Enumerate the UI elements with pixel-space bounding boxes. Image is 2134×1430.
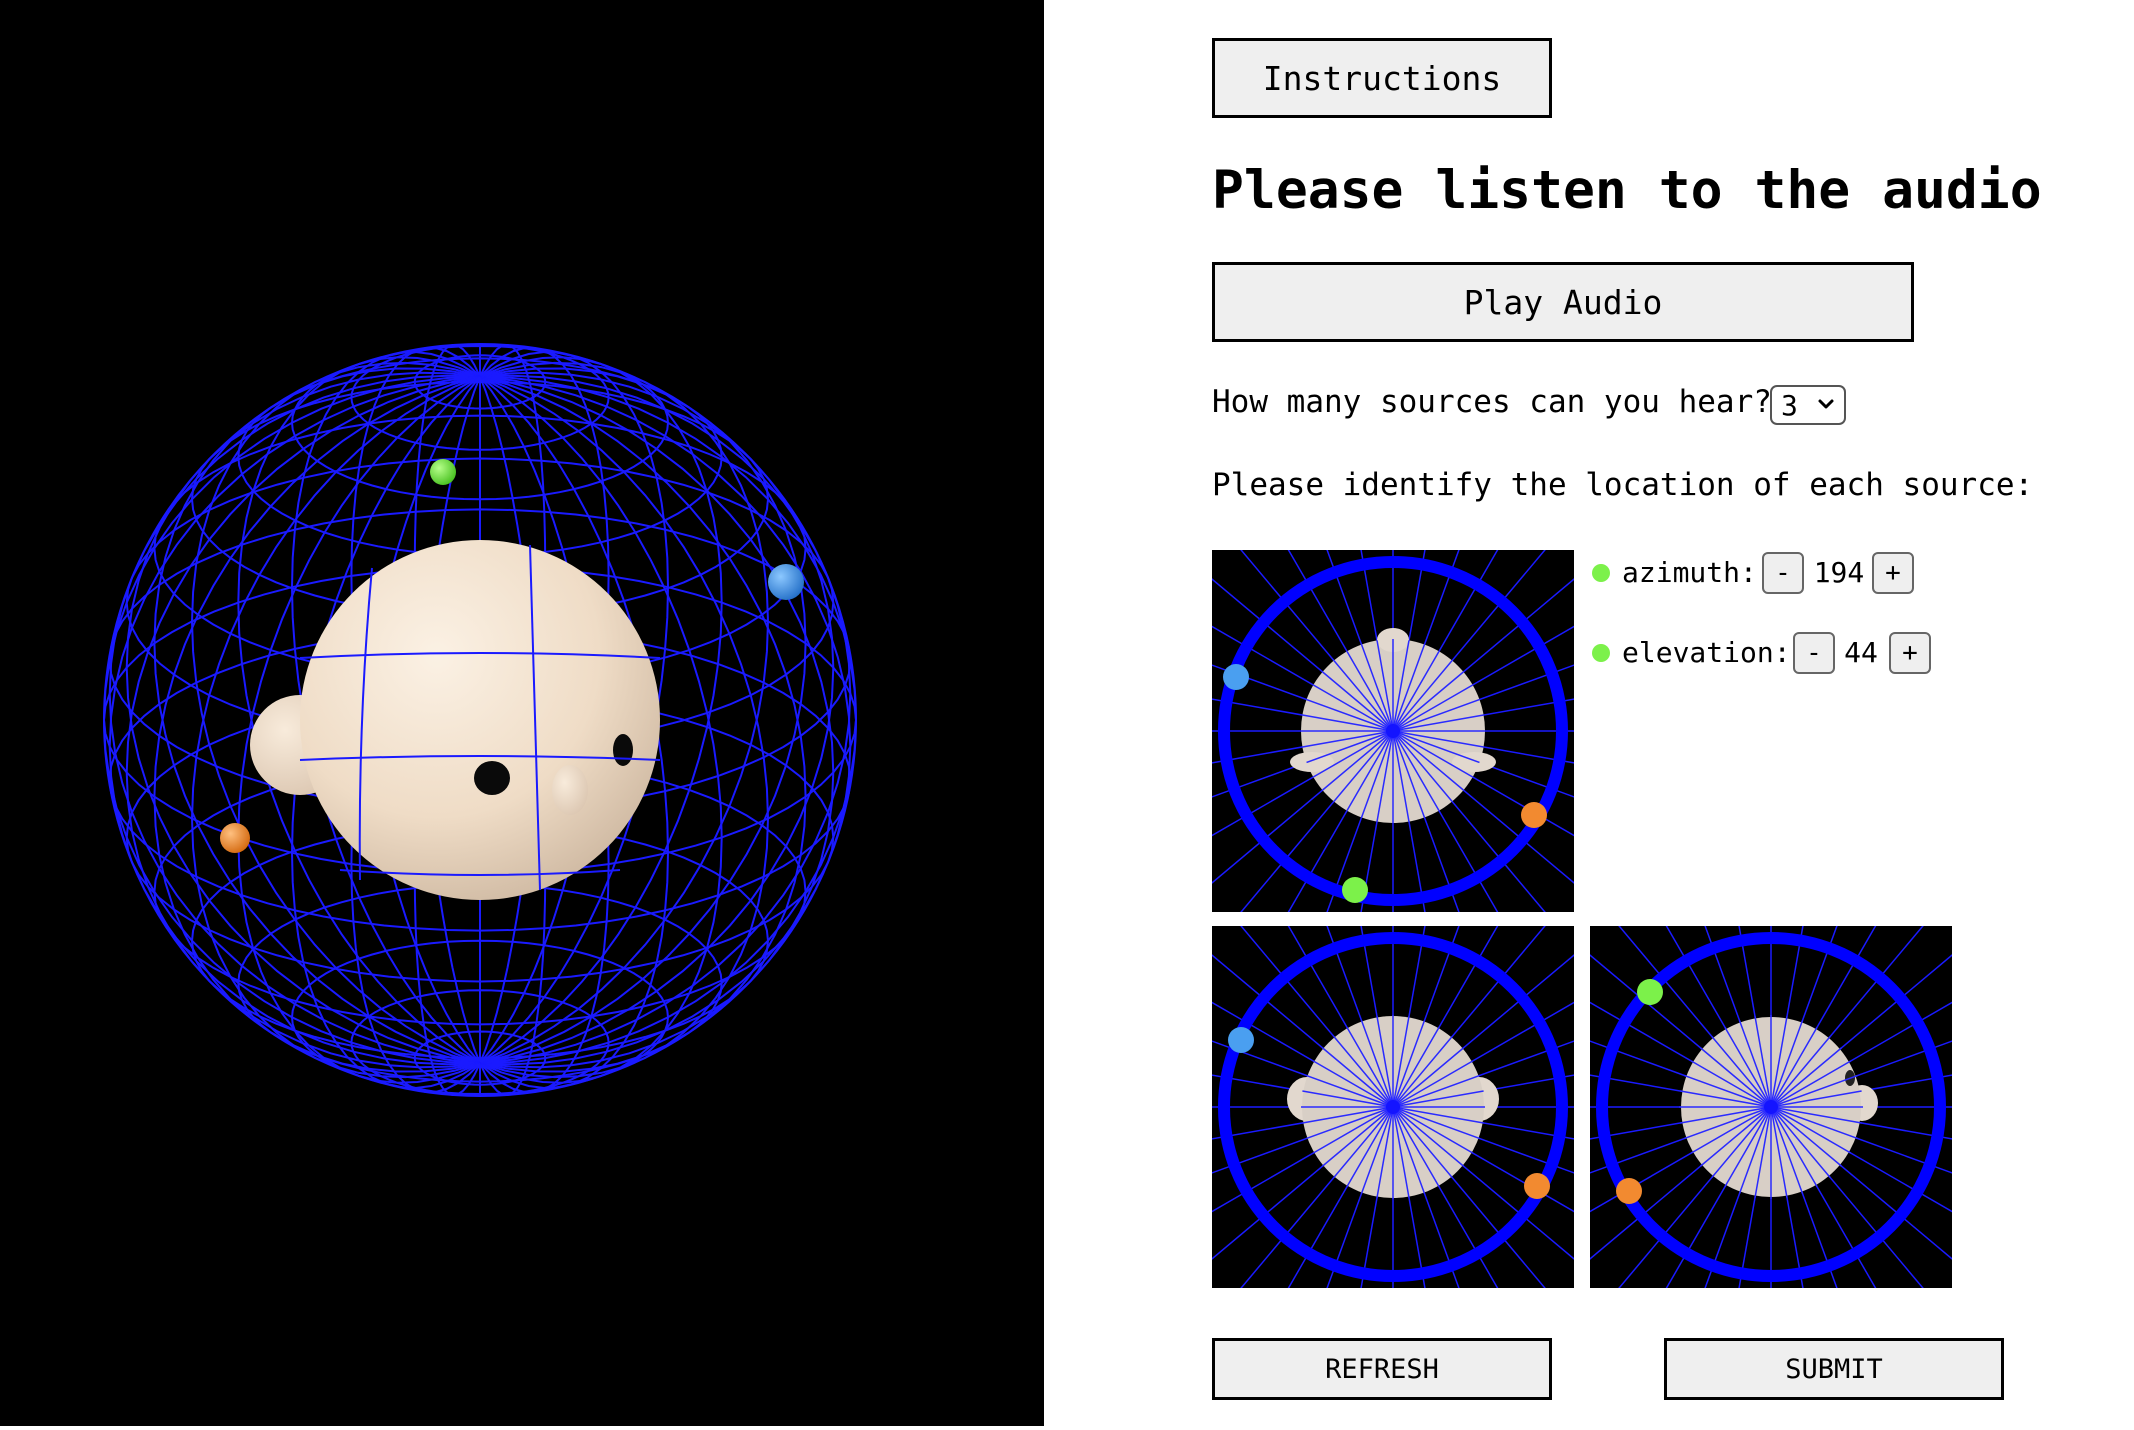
top-view-source-orange[interactable] [1521, 802, 1547, 828]
side-view-center [1764, 1100, 1778, 1114]
side-view-source-orange[interactable] [1616, 1178, 1642, 1204]
elevation-value: 44 [1844, 636, 1878, 669]
top-view-center [1386, 724, 1400, 738]
front-view-source-blue[interactable] [1228, 1027, 1254, 1053]
front-view-svg[interactable] [1093, 807, 1693, 1407]
elevation-increment-button[interactable]: + [1889, 632, 1931, 674]
sources-count-select[interactable]: 3 [1770, 385, 1846, 425]
control-panel: Instructions Please listen to the audio … [1044, 0, 2134, 1426]
top-view-source-blue[interactable] [1223, 664, 1249, 690]
head-right-ear [552, 765, 588, 815]
refresh-button[interactable]: REFRESH [1212, 1338, 1552, 1400]
head-sphere [300, 540, 660, 900]
identify-prompt: Please identify the location of each sou… [1212, 467, 2034, 503]
elevation-label: elevation: [1622, 636, 1791, 669]
side-view-svg[interactable] [1471, 807, 2071, 1407]
elevation-decrement-button[interactable]: - [1793, 632, 1835, 674]
submit-button[interactable]: SUBMIT [1664, 1338, 2004, 1400]
azimuth-label: azimuth: [1622, 556, 1757, 589]
azimuth-value: 194 [1813, 556, 1865, 589]
elevation-source-dot [1592, 644, 1610, 662]
source-ball-orange[interactable] [220, 823, 250, 853]
sources-count-value: 3 [1781, 388, 1798, 422]
chevron-down-icon [1818, 399, 1834, 409]
front-view-center [1386, 1100, 1400, 1114]
sources-question: How many sources can you hear? [1212, 384, 1772, 420]
azimuth-decrement-button[interactable]: - [1762, 552, 1804, 594]
instructions-button[interactable]: Instructions [1212, 38, 1552, 118]
source-ball-blue[interactable] [768, 564, 804, 600]
front-view-panel[interactable] [1093, 807, 1693, 1407]
3d-scene-svg[interactable] [0, 0, 1044, 1426]
top-view-panel[interactable] [1093, 431, 1693, 1031]
front-view-source-orange[interactable] [1524, 1173, 1550, 1199]
3d-scene-viewport[interactable] [0, 0, 1044, 1426]
azimuth-increment-button[interactable]: + [1872, 552, 1914, 594]
top-view-source-green[interactable] [1342, 877, 1368, 903]
head-right-eye [613, 734, 633, 766]
page-heading: Please listen to the audio [1212, 160, 2042, 221]
source-ball-green[interactable] [430, 459, 456, 485]
side-view-source-green[interactable] [1637, 979, 1663, 1005]
azimuth-source-dot [1592, 564, 1610, 582]
play-audio-button[interactable]: Play Audio [1212, 262, 1914, 342]
top-view-svg[interactable] [1093, 431, 1693, 1031]
side-view-panel[interactable] [1471, 807, 2071, 1407]
head-left-eye [474, 761, 510, 795]
